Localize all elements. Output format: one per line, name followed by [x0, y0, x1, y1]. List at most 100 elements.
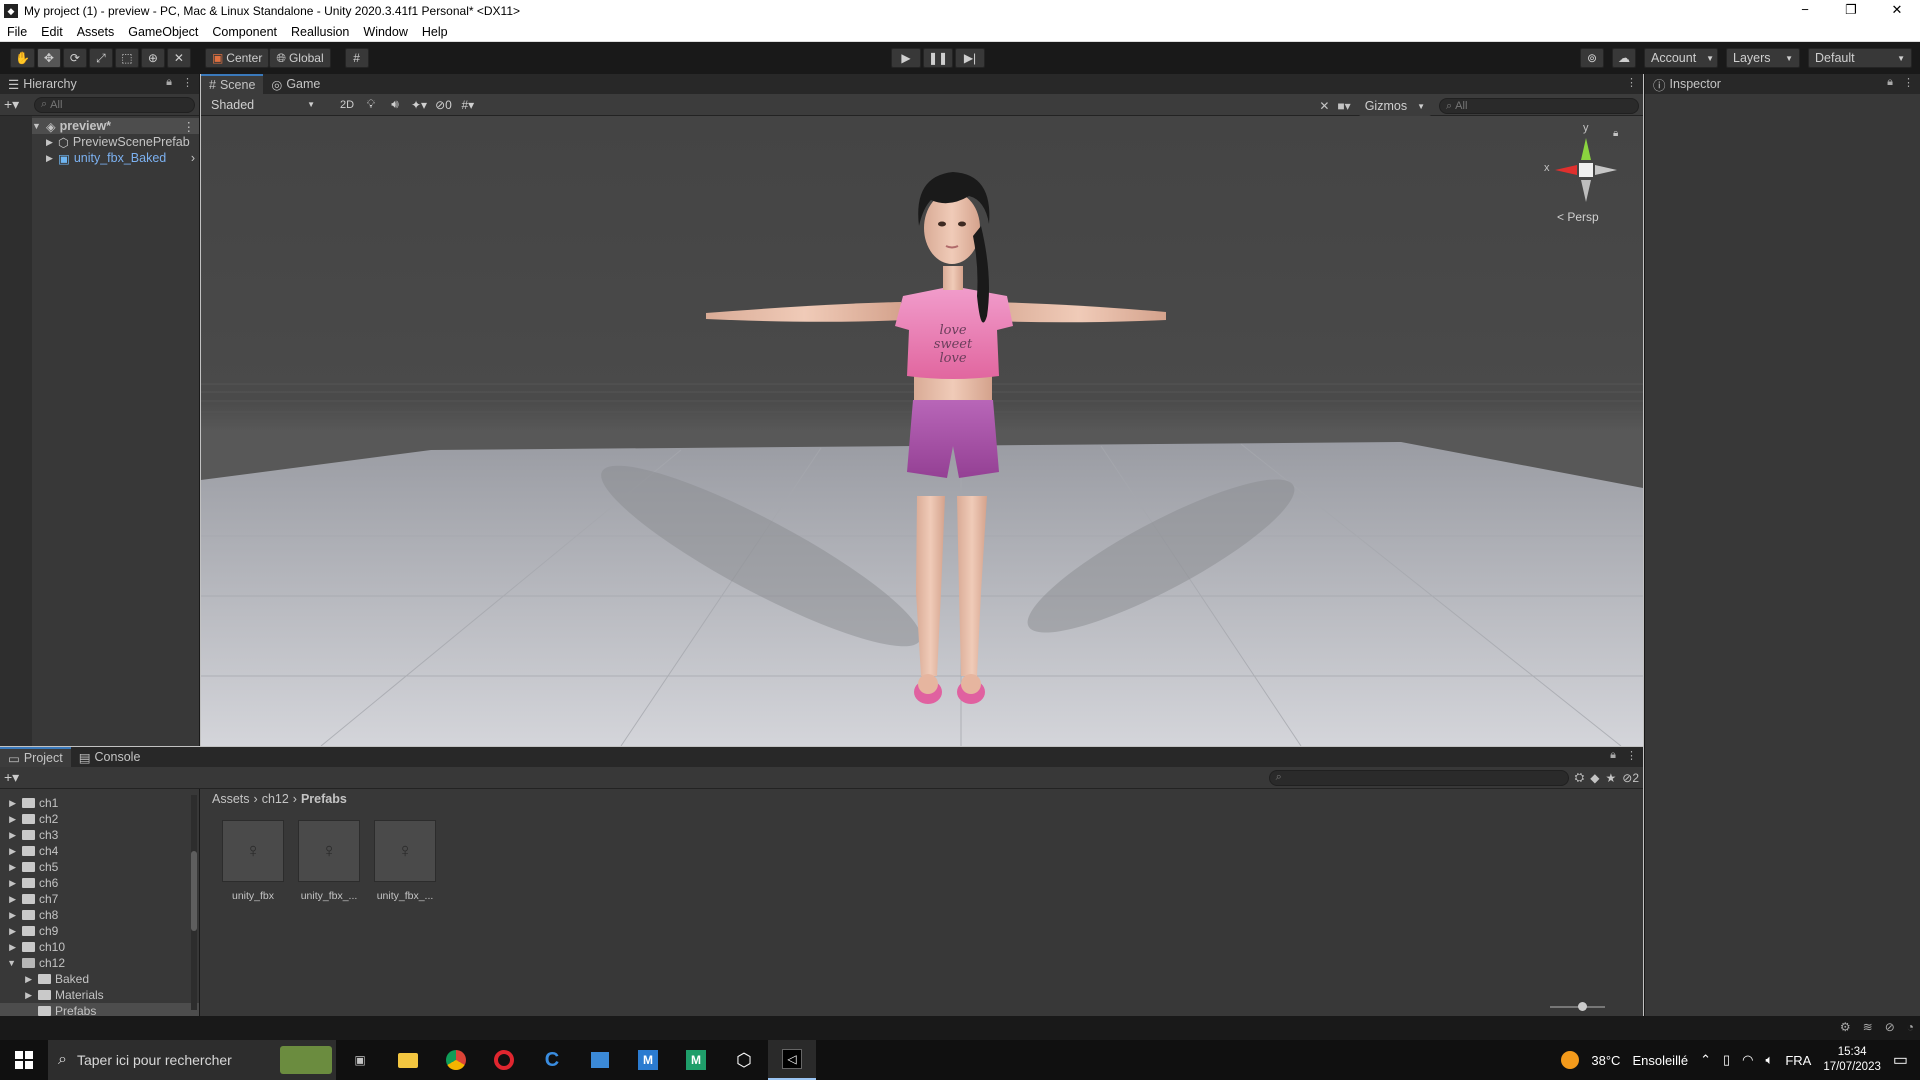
- cloud-icon[interactable]: ☁: [1612, 48, 1636, 68]
- account-dropdown[interactable]: Account ▼: [1644, 48, 1718, 68]
- scale-tool-icon[interactable]: ⤢: [88, 48, 113, 68]
- tree-scrollbar[interactable]: [191, 795, 197, 1010]
- tree-item-ch12[interactable]: ▼ ch12: [0, 955, 199, 971]
- hierarchy-item-preview-prefab[interactable]: ▶ ⬡ PreviewScenePrefab: [32, 134, 199, 150]
- kebab-menu-icon[interactable]: ⋮: [1626, 749, 1637, 762]
- grid-toggle-icon[interactable]: #▾: [455, 94, 480, 115]
- weather-temp[interactable]: 38°C: [1591, 1053, 1620, 1068]
- kebab-menu-icon[interactable]: ⋮: [1903, 76, 1914, 89]
- hierarchy-search[interactable]: ⌕ All: [34, 96, 195, 113]
- scrollbar-thumb[interactable]: [191, 851, 197, 931]
- rotate-tool-icon[interactable]: ⟳: [62, 48, 87, 68]
- persp-label[interactable]: < Persp: [1557, 210, 1599, 224]
- play-button[interactable]: ▶: [891, 48, 921, 68]
- debug-icon[interactable]: ⚙: [1840, 1020, 1851, 1034]
- volume-icon[interactable]: 🔈︎: [1766, 1052, 1774, 1068]
- menu-gameobject[interactable]: GameObject: [121, 25, 205, 39]
- menu-window[interactable]: Window: [356, 25, 414, 39]
- weather-sun-icon[interactable]: [1561, 1051, 1580, 1069]
- tree-item-ch7[interactable]: ▶ ch7: [0, 891, 199, 907]
- asset-item[interactable]: ♀ unity_fbx: [222, 820, 284, 902]
- chrome-icon[interactable]: [432, 1040, 480, 1080]
- scene-viewport[interactable]: love sweet love y x 🔒︎ < Persp: [201, 116, 1643, 746]
- grid-snap-icon[interactable]: #: [344, 48, 369, 68]
- tree-item-ch9[interactable]: ▶ ch9: [0, 923, 199, 939]
- tree-item-ch2[interactable]: ▶ ch2: [0, 811, 199, 827]
- tree-item-materials[interactable]: ▶ Materials: [0, 987, 199, 1003]
- tab-project[interactable]: ▭ Project: [0, 747, 71, 767]
- menu-edit[interactable]: Edit: [34, 25, 70, 39]
- pause-button[interactable]: ❚❚: [923, 48, 953, 68]
- language-indicator[interactable]: FRA: [1785, 1053, 1811, 1068]
- lock-icon[interactable]: 🔒︎: [1610, 749, 1616, 762]
- task-view-icon[interactable]: ▣: [336, 1040, 384, 1080]
- layers-status-icon[interactable]: ≋: [1863, 1020, 1873, 1034]
- create-asset-button[interactable]: +▾: [4, 769, 28, 786]
- tab-hierarchy[interactable]: ☰ Hierarchy: [0, 74, 85, 94]
- kebab-menu-icon[interactable]: ⋮: [182, 76, 193, 89]
- slider-knob[interactable]: [1578, 1002, 1587, 1011]
- layout-dropdown[interactable]: Default ▼: [1808, 48, 1912, 68]
- breadcrumb-prefabs[interactable]: Prefabs: [301, 792, 347, 806]
- minimize-button[interactable]: −: [1782, 0, 1828, 22]
- hidden-objects-toggle[interactable]: ⊘ 0: [431, 94, 456, 115]
- lock-icon[interactable]: 🔒︎: [1887, 76, 1893, 89]
- lock-icon[interactable]: 🔒︎: [166, 76, 172, 89]
- tree-item-baked[interactable]: ▶ Baked: [0, 971, 199, 987]
- shading-mode-dropdown[interactable]: Shaded ▼: [205, 94, 321, 115]
- tree-item-ch3[interactable]: ▶ ch3: [0, 827, 199, 843]
- unity-editor-icon[interactable]: ◁: [768, 1040, 816, 1080]
- asset-item[interactable]: ♀ unity_fbx_...: [374, 820, 436, 902]
- filter-type-icon[interactable]: ⛭: [1575, 770, 1585, 785]
- pivot-space-button[interactable]: 🌐︎ Global: [269, 48, 331, 68]
- start-button[interactable]: [0, 1040, 48, 1080]
- menu-file[interactable]: File: [0, 25, 34, 39]
- wifi-icon[interactable]: ◠: [1742, 1052, 1753, 1068]
- tree-item-ch5[interactable]: ▶ ch5: [0, 859, 199, 875]
- notification-icon[interactable]: ▭: [1893, 1050, 1908, 1070]
- create-button[interactable]: +▾: [4, 96, 28, 113]
- favorite-icon[interactable]: ★: [1605, 771, 1616, 785]
- effects-icon[interactable]: ✦▾: [407, 94, 432, 115]
- tree-item-ch8[interactable]: ▶ ch8: [0, 907, 199, 923]
- transform-tool-icon[interactable]: ⊕: [140, 48, 165, 68]
- move-tool-icon[interactable]: ✥: [36, 48, 61, 68]
- hidden-packages-toggle[interactable]: ⊘2: [1622, 771, 1639, 785]
- scene-search[interactable]: ⌕ All: [1439, 98, 1639, 114]
- ccleaner-icon[interactable]: C: [528, 1040, 576, 1080]
- pivot-mode-button[interactable]: ▣ Center: [204, 48, 270, 68]
- opera-icon[interactable]: [480, 1040, 528, 1080]
- menu-component[interactable]: Component: [205, 25, 284, 39]
- lighting-icon[interactable]: 💡︎: [359, 94, 383, 115]
- layers-dropdown[interactable]: Layers ▼: [1726, 48, 1800, 68]
- orientation-gizmo[interactable]: y x 🔒︎ < Persp: [1541, 122, 1631, 226]
- tab-scene[interactable]: # Scene: [201, 74, 264, 94]
- menu-assets[interactable]: Assets: [70, 25, 122, 39]
- tree-item-ch1[interactable]: ▶ ch1: [0, 795, 199, 811]
- filter-label-icon[interactable]: ◆: [1590, 771, 1599, 785]
- asset-item[interactable]: ♀ unity_fbx_...: [298, 820, 360, 902]
- auto-generate-icon[interactable]: ⊘: [1885, 1020, 1895, 1034]
- tools-icon[interactable]: ✕: [1319, 99, 1329, 113]
- kebab-menu-icon[interactable]: ⋮: [1626, 76, 1637, 89]
- audio-icon[interactable]: 🔊︎: [383, 94, 407, 115]
- kebab-menu-icon[interactable]: ⋮: [183, 119, 196, 134]
- collab-icon[interactable]: ⊚: [1580, 48, 1604, 68]
- chevron-right-icon[interactable]: ›: [191, 151, 195, 165]
- lock-icon[interactable]: 🔒︎: [1613, 128, 1618, 139]
- toggle-2d-button[interactable]: 2D: [335, 94, 359, 115]
- hierarchy-item-unity-fbx-baked[interactable]: ▶ ▣ unity_fbx_Baked ›: [32, 150, 199, 166]
- tree-item-prefabs[interactable]: Prefabs: [0, 1003, 199, 1016]
- menu-help[interactable]: Help: [415, 25, 455, 39]
- breadcrumb-ch12[interactable]: ch12: [262, 792, 289, 806]
- scene-row[interactable]: ▼ ◈ preview* ⋮: [32, 118, 199, 134]
- file-explorer-icon[interactable]: [384, 1040, 432, 1080]
- unity-hub-icon[interactable]: ⬡: [720, 1040, 768, 1080]
- thumbnail-size-slider[interactable]: [1550, 1002, 1605, 1011]
- custom-tool-icon[interactable]: ✕: [166, 48, 191, 68]
- tab-inspector[interactable]: ⓘ Inspector: [1645, 74, 1729, 94]
- rect-tool-icon[interactable]: ⬚: [114, 48, 139, 68]
- app-m-green-icon[interactable]: M: [672, 1040, 720, 1080]
- camera-icon[interactable]: ■▾: [1337, 99, 1350, 113]
- maximize-button[interactable]: ❐: [1828, 0, 1874, 22]
